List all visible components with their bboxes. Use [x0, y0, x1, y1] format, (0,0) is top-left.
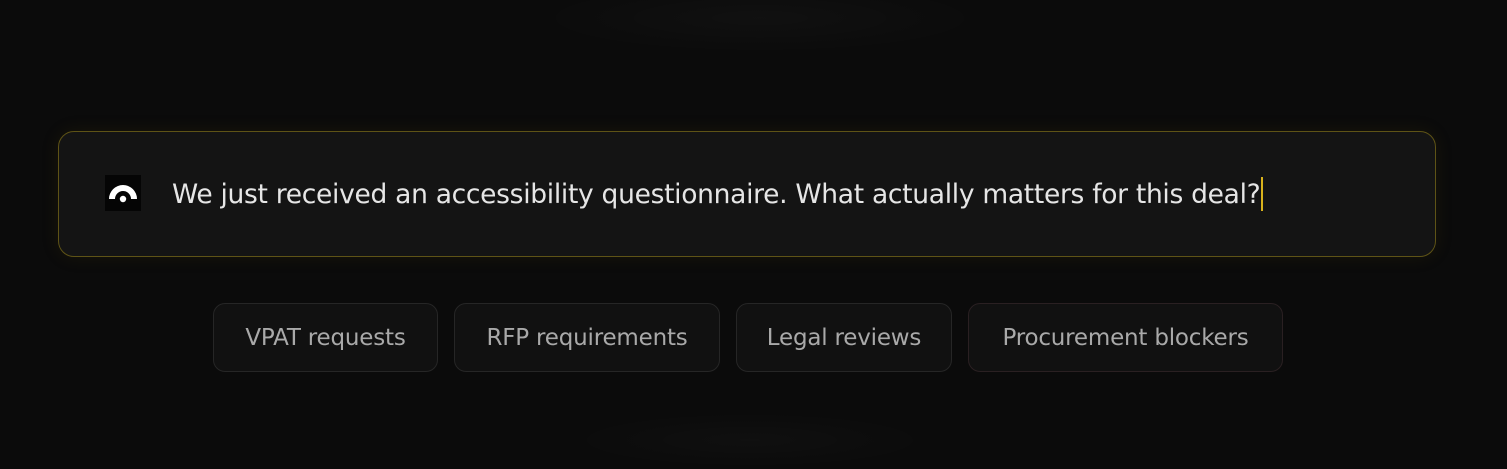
- suggestion-chips: VPAT requests RFP requirements Legal rev…: [213, 303, 1283, 372]
- page: We just received an accessibility questi…: [0, 0, 1507, 469]
- suggestion-chip-procurement-blockers[interactable]: Procurement blockers: [968, 303, 1283, 372]
- suggestion-chip-legal-reviews[interactable]: Legal reviews: [736, 303, 952, 372]
- prompt-text: We just received an accessibility questi…: [172, 178, 1261, 210]
- prompt-input-box[interactable]: We just received an accessibility questi…: [58, 131, 1436, 257]
- suggestion-chip-vpat-requests[interactable]: VPAT requests: [213, 303, 438, 372]
- suggestion-chip-rfp-requirements[interactable]: RFP requirements: [454, 303, 720, 372]
- gauge-dome-icon: [105, 175, 141, 211]
- text-cursor: [1261, 176, 1264, 211]
- prompt-input[interactable]: We just received an accessibility questi…: [172, 176, 1264, 211]
